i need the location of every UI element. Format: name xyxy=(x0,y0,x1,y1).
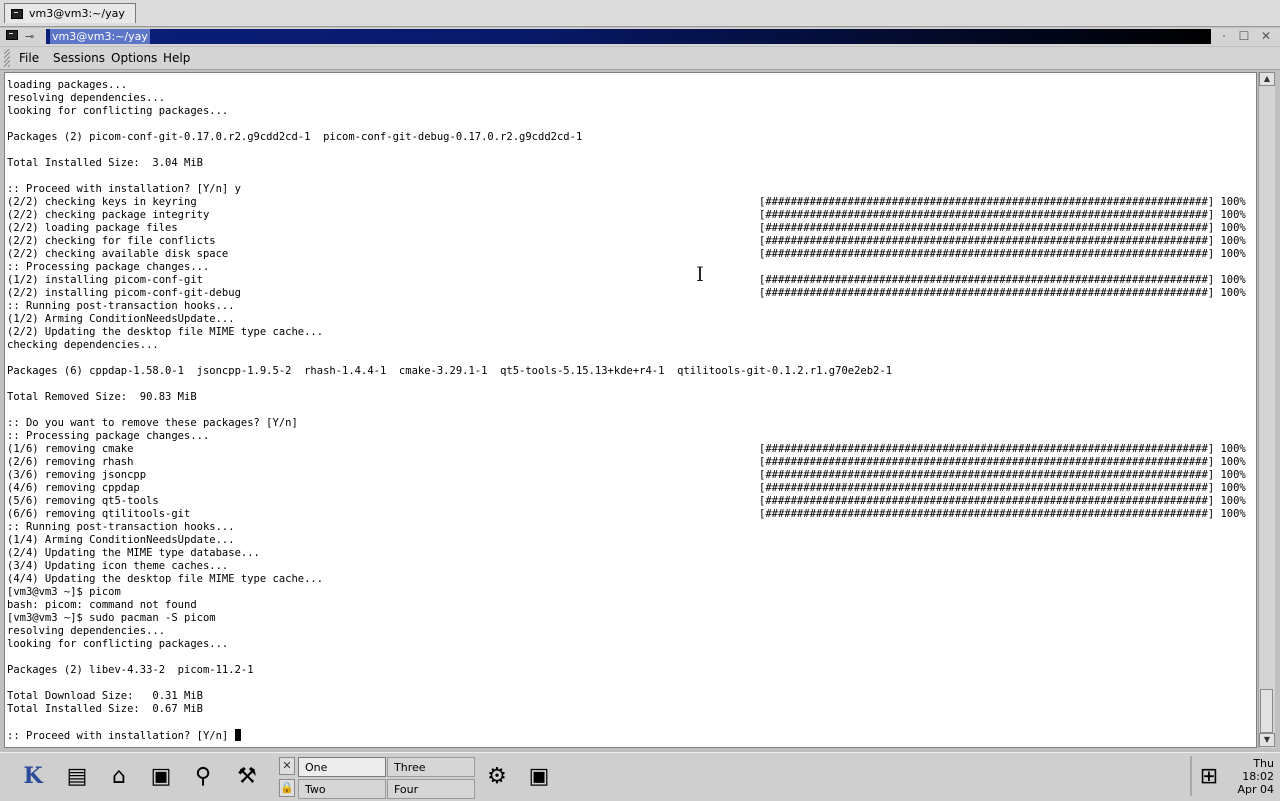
minimize-button[interactable]: · xyxy=(1216,29,1232,43)
terminal-line: Total Removed Size: 90.83 MiB xyxy=(7,391,197,403)
search-icon[interactable]: ⚲ xyxy=(186,760,220,792)
terminal-line: Total Download Size: 0.31 MiB xyxy=(7,690,203,702)
titlebar-gradient xyxy=(46,29,1211,44)
desktop-four[interactable]: Four xyxy=(387,779,475,799)
package-tools-icon[interactable]: ⚒ xyxy=(230,760,264,792)
scrollbar-thumb[interactable] xyxy=(1260,689,1273,733)
progress-bar: [#######################################… xyxy=(759,274,1246,286)
desktop-two[interactable]: Two xyxy=(298,779,386,799)
progress-bar: [#######################################… xyxy=(759,456,1246,468)
maximize-button[interactable]: ☐ xyxy=(1236,29,1252,43)
progress-bar: [#######################################… xyxy=(759,196,1246,208)
menu-bar xyxy=(0,47,1280,70)
terminal-launcher-icon[interactable]: ▣ xyxy=(144,760,178,792)
terminal-line: (3/4) Updating icon theme caches... xyxy=(7,560,229,572)
menu-file[interactable]: File xyxy=(19,50,39,66)
close-window-button[interactable]: ✕ xyxy=(279,757,295,775)
terminal-line: (1/4) Arming ConditionNeedsUpdate... xyxy=(7,534,235,546)
terminal-line: :: Processing package changes... xyxy=(7,261,210,273)
desktop-one[interactable]: One xyxy=(298,757,386,777)
terminal-line: looking for conflicting packages... xyxy=(7,638,229,650)
terminal-line: (4/4) Updating the desktop file MIME typ… xyxy=(7,573,324,585)
window-list-icon[interactable]: ▤ xyxy=(60,760,94,792)
terminal-task-icon[interactable]: ▣ xyxy=(522,760,556,792)
scroll-down-icon[interactable]: ▼ xyxy=(1259,733,1275,747)
terminal-line: resolving dependencies... xyxy=(7,92,166,104)
desktop-three[interactable]: Three xyxy=(387,757,475,777)
menu-sessions[interactable]: Sessions xyxy=(53,50,105,66)
terminal-line: (1/2) Arming ConditionNeedsUpdate... xyxy=(7,313,235,325)
progress-bar: [#######################################… xyxy=(759,209,1246,221)
progress-bar: [#######################################… xyxy=(759,443,1246,455)
progress-bar: [#######################################… xyxy=(759,482,1246,494)
session-tab-label: vm3@vm3:~/yay xyxy=(29,7,125,20)
text-cursor-icon: I xyxy=(696,262,704,286)
session-tab[interactable]: vm3@vm3:~/yay xyxy=(4,3,136,23)
terminal-line: :: Processing package changes... xyxy=(7,430,210,442)
terminal-line: [vm3@vm3 ~]$ sudo pacman -S picom xyxy=(7,612,216,624)
terminal-line: checking dependencies... xyxy=(7,339,159,351)
terminal-line: [vm3@vm3 ~]$ picom xyxy=(7,586,121,598)
kde-menu-icon[interactable]: K xyxy=(16,760,50,792)
menu-options[interactable]: Options xyxy=(111,50,157,66)
clock-day: Thu xyxy=(1253,757,1274,770)
terminal-line: Total Installed Size: 3.04 MiB xyxy=(7,157,203,169)
terminal-line: :: Proceed with installation? [Y/n] y xyxy=(7,183,241,195)
clock-date: Apr 04 xyxy=(1237,783,1274,796)
terminal-line: Packages (2) picom-conf-git-0.17.0.r2.g9… xyxy=(7,131,583,143)
terminal-output[interactable]: loading packages... resolving dependencie… xyxy=(4,72,1257,748)
scroll-up-icon[interactable]: ▲ xyxy=(1259,72,1275,86)
terminal-line: resolving dependencies... xyxy=(7,625,166,637)
window-menu-icon[interactable] xyxy=(6,30,18,40)
terminal-line: loading packages... xyxy=(7,79,128,91)
clock-time: 18:02 xyxy=(1242,770,1274,783)
tray-separator xyxy=(1190,756,1192,796)
lock-screen-icon[interactable]: 🔒 xyxy=(279,779,295,797)
progress-bar: [#######################################… xyxy=(759,469,1246,481)
pin-icon[interactable]: ⊸ xyxy=(25,30,34,43)
terminal-line: (2/4) Updating the MIME type database... xyxy=(7,547,260,559)
session-tab-bar: vm3@vm3:~/yay xyxy=(0,0,1280,27)
terminal-icon xyxy=(11,8,23,19)
close-button[interactable]: ✕ xyxy=(1258,29,1274,43)
terminal-scrollbar[interactable]: ▲ ▼ xyxy=(1258,72,1275,748)
home-folder-icon[interactable]: ⌂ xyxy=(102,760,136,792)
progress-bar: [#######################################… xyxy=(759,287,1246,299)
terminal-line: looking for conflicting packages... xyxy=(7,105,229,117)
progress-bar: [#######################################… xyxy=(759,222,1246,234)
progress-bar: [#######################################… xyxy=(759,495,1246,507)
menu-help[interactable]: Help xyxy=(163,50,190,66)
clock[interactable]: Thu 18:02 Apr 04 xyxy=(1224,757,1274,796)
terminal-line: :: Proceed with installation? [Y/n] xyxy=(7,729,892,742)
network-tray-icon[interactable]: ⊞ xyxy=(1194,760,1224,792)
terminal-line: :: Running post-transaction hooks... xyxy=(7,300,235,312)
toolbar-grip-icon[interactable] xyxy=(4,49,10,67)
window-title: vm3@vm3:~/yay xyxy=(50,29,150,44)
terminal-line: bash: picom: command not found xyxy=(7,599,197,611)
terminal-line: Packages (2) libev-4.33-2 picom-11.2-1 xyxy=(7,664,254,676)
terminal-line: :: Do you want to remove these packages?… xyxy=(7,417,298,429)
terminal-line: (2/2) Updating the desktop file MIME typ… xyxy=(7,326,324,338)
progress-bar: [#######################################… xyxy=(759,235,1246,247)
terminal-cursor xyxy=(234,729,241,741)
terminal-lines: loading packages... resolving dependencie… xyxy=(7,79,892,742)
progress-bar: [#######################################… xyxy=(759,508,1246,520)
settings-gear-icon[interactable]: ⚙ xyxy=(480,760,514,792)
terminal-line: :: Running post-transaction hooks... xyxy=(7,521,235,533)
terminal-line: Packages (6) cppdap-1.58.0-1 jsoncpp-1.9… xyxy=(7,365,893,377)
terminal-line: Total Installed Size: 0.67 MiB xyxy=(7,703,203,715)
progress-bar: [#######################################… xyxy=(759,248,1246,260)
